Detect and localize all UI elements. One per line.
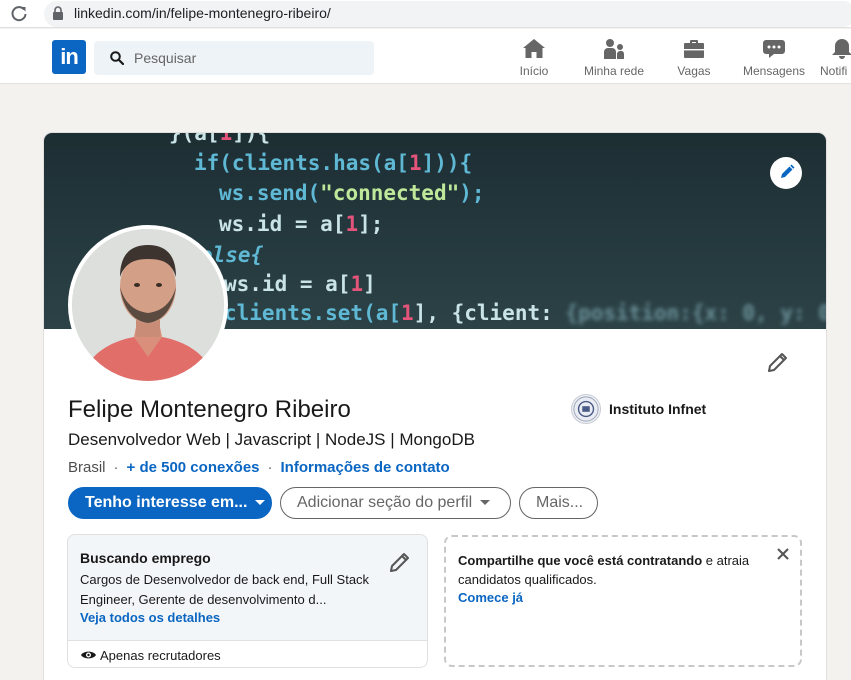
briefcase-icon bbox=[684, 40, 704, 58]
nav-notifications-label: Notifi bbox=[820, 64, 848, 78]
banner-code-line: ws.id = a[1]; bbox=[219, 212, 384, 236]
nav-my-network-label: Minha rede bbox=[583, 64, 645, 78]
open-to-work-card[interactable]: Buscando emprego Cargos de Desenvolvedor… bbox=[67, 534, 428, 668]
edit-banner-button[interactable] bbox=[770, 157, 802, 189]
profile-location-line: Brasil · + de 500 conexões · Informações de … bbox=[68, 459, 450, 476]
search-input[interactable]: Pesquisar bbox=[134, 50, 196, 66]
banner-code-line: }(a[1]){ bbox=[169, 133, 271, 145]
linkedin-logo[interactable]: in bbox=[52, 40, 86, 74]
connections-link[interactable]: + de 500 conexões bbox=[127, 459, 260, 476]
caret-down-icon bbox=[255, 500, 266, 506]
hiring-card: Compartilhe que você está contratando e … bbox=[444, 535, 802, 667]
top-navigation: in Pesquisar Início Minha rede Vagas Men… bbox=[0, 29, 851, 84]
url-text[interactable]: linkedin.com/in/felipe-montenegro-ribeir… bbox=[74, 5, 331, 21]
profile-card: }(a[1]){ if(clients.has(a[1])){ ws.send(… bbox=[44, 133, 826, 680]
add-profile-section-button[interactable]: Adicionar seção do perfil bbox=[280, 487, 511, 519]
search-box[interactable]: Pesquisar bbox=[94, 41, 374, 75]
search-icon bbox=[110, 51, 124, 65]
nav-jobs[interactable]: Vagas bbox=[674, 37, 714, 81]
education-name: Instituto Infnet bbox=[609, 401, 707, 417]
profile-photo bbox=[72, 229, 224, 381]
banner-code-line: ws.send("connected"); bbox=[219, 181, 485, 205]
profile-name: Felipe Montenegro Ribeiro bbox=[68, 396, 351, 423]
nav-notifications[interactable]: Notifi bbox=[820, 37, 851, 81]
messaging-icon bbox=[763, 40, 785, 58]
school-logo-icon bbox=[571, 394, 601, 424]
edit-icon[interactable] bbox=[388, 550, 412, 574]
open-to-work-title: Buscando emprego bbox=[80, 550, 211, 566]
caret-down-icon bbox=[480, 500, 491, 506]
add-section-label: Adicionar seção do perfil bbox=[297, 494, 473, 511]
nav-home-label: Início bbox=[519, 64, 549, 78]
pencil-icon bbox=[781, 164, 795, 178]
see-all-details-link[interactable]: Veja todos os detalhes bbox=[80, 610, 220, 625]
visibility-text: Apenas recrutadores bbox=[100, 648, 221, 663]
open-to-label: Tenho interesse em... bbox=[85, 494, 248, 511]
open-to-button[interactable]: Tenho interesse em... bbox=[68, 487, 272, 519]
nav-messaging-label: Mensagens bbox=[742, 64, 806, 78]
contact-info-link[interactable]: Informações de contato bbox=[281, 459, 450, 476]
edit-profile-icon[interactable] bbox=[766, 350, 790, 374]
profile-avatar[interactable] bbox=[68, 225, 228, 385]
banner-code-line: clients.set(a[1], {client: {position:{x:… bbox=[224, 301, 826, 325]
nav-messaging[interactable]: Mensagens bbox=[742, 37, 806, 81]
profile-headline: Desenvolvedor Web | Javascript | NodeJS … bbox=[68, 430, 475, 449]
browser-toolbar: linkedin.com/in/felipe-montenegro-ribeir… bbox=[0, 0, 851, 28]
bell-icon bbox=[832, 39, 851, 59]
eye-icon bbox=[81, 651, 96, 659]
nav-jobs-label: Vagas bbox=[677, 64, 711, 78]
reload-icon[interactable] bbox=[10, 5, 28, 23]
get-started-link[interactable]: Comece já bbox=[458, 590, 523, 605]
open-to-work-description: Cargos de Desenvolvedor de back end, Ful… bbox=[80, 572, 370, 607]
nav-my-network[interactable]: Minha rede bbox=[580, 37, 648, 81]
banner-code-line: if(clients.has(a[1])){ bbox=[194, 151, 473, 175]
home-icon bbox=[523, 39, 545, 58]
network-icon bbox=[604, 39, 625, 59]
nav-home[interactable]: Início bbox=[514, 37, 554, 81]
close-icon[interactable] bbox=[776, 547, 790, 561]
more-button[interactable]: Mais... bbox=[519, 487, 598, 519]
banner-code-line: ws.id = a[1] bbox=[224, 272, 376, 296]
lock-icon[interactable] bbox=[52, 6, 64, 20]
visibility-footer: Apenas recrutadores bbox=[68, 640, 427, 667]
hiring-text: Compartilhe que você está contratando e … bbox=[458, 553, 750, 587]
profile-location: Brasil bbox=[68, 459, 106, 476]
